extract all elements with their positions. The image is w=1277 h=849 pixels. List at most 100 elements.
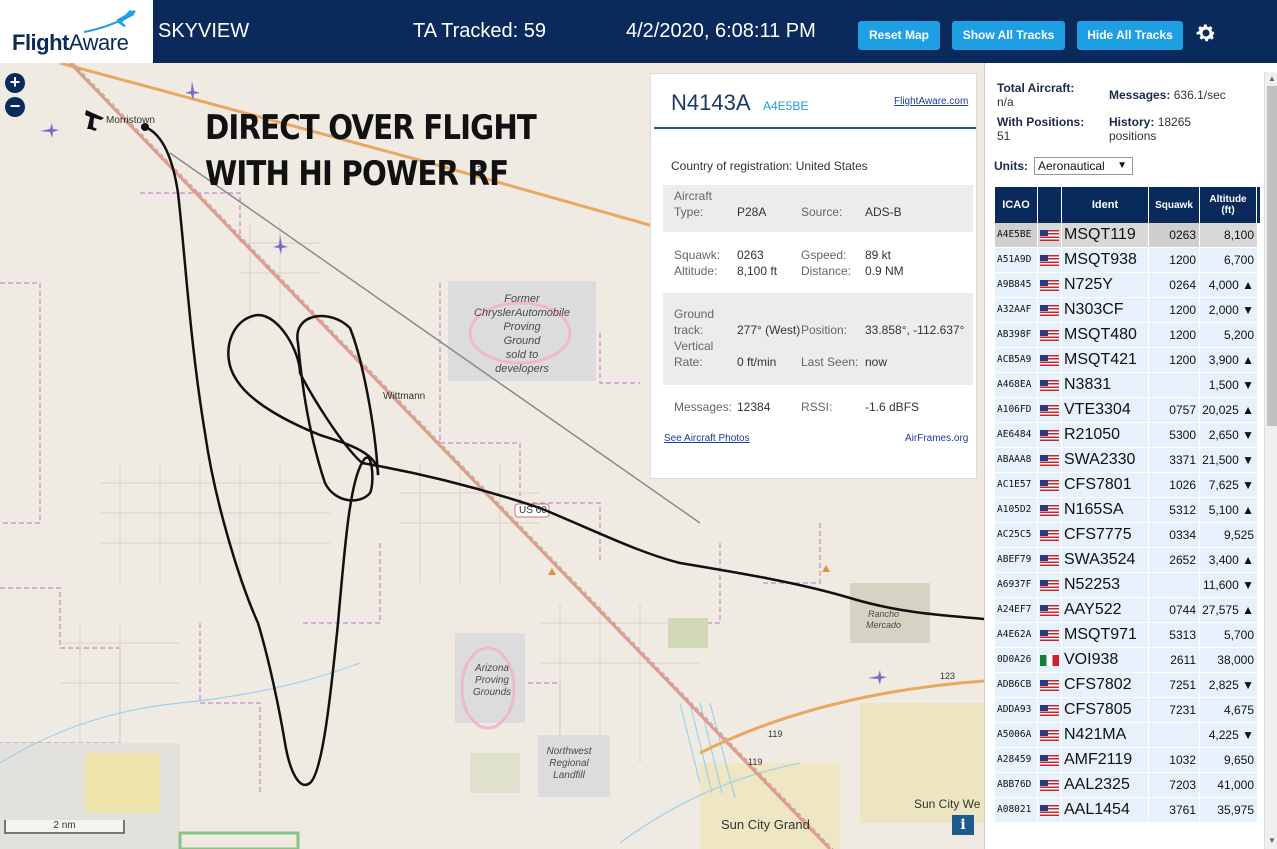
map-label-hw119a: 119 — [768, 729, 783, 739]
table-row[interactable]: A51A9D MSQT938 1200 6,700 — [995, 248, 1261, 273]
flag-icon — [1038, 548, 1061, 572]
us-flag-icon — [1040, 380, 1059, 391]
units-select[interactable]: Aeronautical ▼ — [1034, 157, 1133, 175]
table-row[interactable]: AC25C5 CFS7775 0334 9,525 — [995, 523, 1261, 548]
cell-icao: ADB6CB — [995, 673, 1037, 697]
cell-squawk: 2611 — [1149, 648, 1199, 672]
column-header-ident[interactable]: Ident — [1062, 187, 1149, 223]
flag-icon — [1038, 273, 1061, 297]
table-row[interactable]: ACB5A9 MSQT421 1200 3,900 ▲ — [995, 348, 1261, 373]
country-label: Country of registration: — [671, 159, 793, 173]
table-row[interactable]: A4E62A MSQT971 5313 5,700 — [995, 623, 1261, 648]
map-label-us60: US 60 — [519, 505, 547, 516]
cell-icao: A106FD — [995, 398, 1037, 422]
table-row[interactable]: A08021 AAL1454 3761 35,975 — [995, 798, 1261, 823]
cell-icao: 0D0A26 — [995, 648, 1037, 672]
table-row[interactable]: A28459 AMF2119 1032 9,650 — [995, 748, 1261, 773]
units-label: Units: — [994, 159, 1028, 173]
cell-squawk — [1149, 723, 1199, 747]
us-flag-icon — [1040, 355, 1059, 366]
messages-stat-value: 636.1/sec — [1173, 88, 1226, 102]
airframes-link[interactable]: AirFrames.org — [905, 433, 968, 444]
squawk-label: Squawk: — [674, 248, 721, 262]
table-row[interactable]: ABAAA8 SWA2330 3371 21,500 ▼ — [995, 448, 1261, 473]
cell-altitude: 7,625 ▼ — [1200, 473, 1257, 497]
table-row[interactable]: ABEF79 SWA3524 2652 3,400 ▲ — [995, 548, 1261, 573]
flag-icon — [1038, 448, 1061, 472]
map-label-chrysler-line: sold to — [505, 349, 539, 361]
us-flag-icon — [1040, 280, 1059, 291]
logo-bold: Flight — [12, 30, 69, 55]
cell-icao: A5006A — [995, 723, 1037, 747]
table-row[interactable]: A468EA N3831 1,500 ▼ — [995, 373, 1261, 398]
flag-icon — [1038, 248, 1061, 272]
table-row[interactable]: AE6484 R21050 5300 2,650 ▼ — [995, 423, 1261, 448]
column-header-icao[interactable]: ICAO — [995, 187, 1038, 223]
gspeed-value: 89 kt — [865, 248, 892, 262]
position-value: 33.858°, -112.637° — [865, 323, 965, 337]
units-select-value: Aeronautical — [1038, 159, 1105, 173]
show-all-tracks-button[interactable]: Show All Tracks — [952, 21, 1065, 50]
aircraft-table-header: ICAO Ident Squawk Altitude (ft) — [995, 187, 1261, 223]
table-row[interactable]: A105D2 N165SA 5312 5,100 ▲ — [995, 498, 1261, 523]
table-row[interactable]: 0D0A26 VOI938 2611 38,000 — [995, 648, 1261, 673]
table-row[interactable]: ADB6CB CFS7802 7251 2,825 ▼ — [995, 673, 1261, 698]
table-row[interactable]: A24EF7 AAY522 0744 27,575 ▲ — [995, 598, 1261, 623]
scroll-up-icon[interactable]: ▲ — [1268, 74, 1276, 83]
cell-altitude: 35,975 — [1200, 798, 1257, 822]
cell-squawk: 7251 — [1149, 673, 1199, 697]
type-value: P28A — [737, 205, 767, 219]
map-label-rancho-mercado: Rancho Mercado — [866, 609, 901, 631]
cell-ident: AAL1454 — [1062, 798, 1148, 822]
messages-label: Messages: — [674, 400, 733, 414]
source-value: ADS-B — [865, 205, 902, 219]
table-row[interactable]: A4E5BE MSQT119 0263 8,100 — [995, 223, 1261, 248]
total-value: n/a — [997, 95, 1014, 109]
popup-icao[interactable]: A4E5BE — [763, 99, 808, 113]
us-flag-icon — [1040, 330, 1059, 341]
scroll-down-icon[interactable]: ▼ — [1268, 836, 1276, 845]
mexico-flag-icon — [1040, 655, 1059, 666]
cell-ident: N303CF — [1062, 298, 1148, 322]
scroll-thumb[interactable] — [1267, 86, 1277, 426]
cell-altitude: 2,000 ▼ — [1200, 298, 1257, 322]
country-value: United States — [795, 159, 868, 173]
tracked-count: TA Tracked: 59 — [413, 20, 547, 42]
hide-all-tracks-button[interactable]: Hide All Tracks — [1077, 21, 1183, 50]
table-row[interactable]: A6937F N52253 11,600 ▼ — [995, 573, 1261, 598]
cell-ident: MSQT938 — [1062, 248, 1148, 272]
flightaware-logo[interactable]: FlightAware — [0, 0, 153, 63]
map-label-arizona-line: Arizona — [475, 663, 509, 674]
table-row[interactable]: A9B845 N725Y 0264 4,000 ▲ — [995, 273, 1261, 298]
cell-ident: CFS7805 — [1062, 698, 1148, 722]
cell-icao: A9B845 — [995, 273, 1037, 297]
cell-icao: AC1E57 — [995, 473, 1037, 497]
column-header-squawk[interactable]: Squawk — [1149, 187, 1200, 223]
zoom-out-button[interactable]: − — [5, 97, 25, 117]
column-header-flag[interactable] — [1038, 187, 1062, 223]
us-flag-icon — [1040, 255, 1059, 266]
popup-squawk-block: Squawk: 0263 Gspeed: 89 kt Altitude: 8,1… — [663, 244, 973, 284]
scrollbar[interactable]: ▲ ▼ — [1264, 72, 1277, 849]
table-row[interactable]: A5006A N421MA 4,225 ▼ — [995, 723, 1261, 748]
table-row[interactable]: AB398F MSQT480 1200 5,200 — [995, 323, 1261, 348]
ground-label-2: track: — [674, 323, 704, 337]
cell-ident: MSQT119 — [1062, 223, 1148, 247]
messages-stat-label: Messages: — [1109, 88, 1171, 102]
info-icon[interactable]: i — [952, 815, 974, 835]
table-row[interactable]: A106FD VTE3304 0757 20,025 ▲ — [995, 398, 1261, 423]
table-row[interactable]: ADDA93 CFS7805 7231 4,675 — [995, 698, 1261, 723]
us-flag-icon — [1040, 305, 1059, 316]
table-row[interactable]: A32AAF N303CF 1200 2,000 ▼ — [995, 298, 1261, 323]
zoom-in-button[interactable]: + — [5, 73, 25, 93]
column-header-altitude[interactable]: Altitude (ft) — [1200, 187, 1257, 223]
table-row[interactable]: AC1E57 CFS7801 1026 7,625 ▼ — [995, 473, 1261, 498]
table-row[interactable]: ABB76D AAL2325 7203 41,000 — [995, 773, 1261, 798]
gear-icon[interactable] — [1194, 21, 1218, 45]
cell-squawk: 0757 — [1149, 398, 1199, 422]
vertical-rate-value: 0 ft/min — [737, 355, 777, 369]
flightaware-link[interactable]: FlightAware.com — [894, 96, 968, 107]
aircraft-photos-link[interactable]: See Aircraft Photos — [664, 433, 750, 444]
reset-map-button[interactable]: Reset Map — [858, 21, 940, 50]
cell-icao: A51A9D — [995, 248, 1037, 272]
